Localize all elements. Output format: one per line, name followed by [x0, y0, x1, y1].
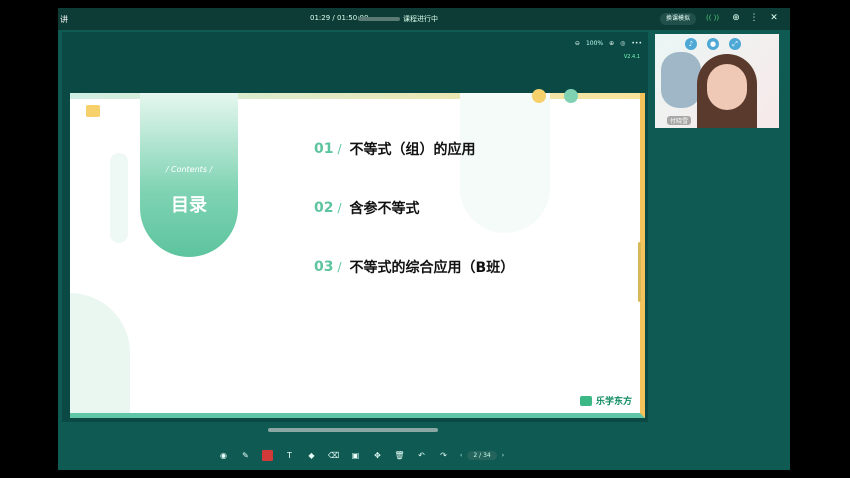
time-separator: /: [332, 14, 335, 22]
contents-item-2: 02 / 含参不等式: [314, 198, 420, 218]
board-icon[interactable]: ▣: [350, 450, 361, 461]
slide: / Contents / 目录 01 / 不等式（组）的应用 02 / 含参不等…: [70, 89, 645, 418]
camera-icon[interactable]: ●: [707, 38, 719, 50]
teacher-video: ♪ ● ⤢ 付晓雪: [655, 34, 779, 128]
app-window: 讲 01:29 / 01:50:00 课程进行中 换课模拟 (( )) ⊕ ⋮ …: [58, 8, 790, 470]
microphone-icon[interactable]: ♪: [685, 38, 697, 50]
time-current: 01:29: [310, 14, 331, 22]
decoration: [110, 153, 128, 243]
item-text: 不等式（组）的应用: [349, 142, 476, 158]
zoom-level: 100%: [585, 39, 604, 47]
decoration: [70, 293, 130, 413]
page-count: 2 / 34: [467, 451, 497, 460]
eraser-icon[interactable]: ⌫: [328, 450, 339, 461]
text-icon[interactable]: T: [284, 450, 295, 461]
teacher-face: [707, 64, 747, 110]
top-bar: 讲 01:29 / 01:50:00 课程进行中 换课模拟 (( )) ⊕ ⋮ …: [58, 8, 790, 30]
brand-name: 乐学东方: [595, 397, 632, 407]
contents-label: / Contents /: [165, 165, 213, 174]
contents-item-3: 03 / 不等式的综合应用（B班）: [314, 257, 514, 277]
more-options-icon[interactable]: •••: [631, 40, 642, 47]
decoration: [460, 93, 550, 233]
brand-logo: 乐学东方: [579, 394, 632, 407]
class-status: 课程进行中: [403, 15, 438, 23]
delete-icon[interactable]: 🗑: [394, 450, 405, 461]
teacher-name: 付晓雪: [667, 116, 692, 125]
page-separator: /: [479, 452, 482, 459]
current-page: 2: [473, 452, 478, 459]
switch-class-button[interactable]: 换课模拟: [660, 13, 697, 25]
item-slash: /: [337, 260, 342, 274]
window-title: 讲: [60, 15, 68, 24]
zoom-icon[interactable]: ⊕: [730, 12, 742, 24]
move-icon[interactable]: ✥: [372, 450, 383, 461]
video-controls: ♪ ● ⤢: [685, 38, 741, 50]
zoom-in-icon[interactable]: ⊕: [609, 40, 614, 47]
redo-icon[interactable]: ↷: [438, 450, 449, 461]
record-icon[interactable]: ◉: [218, 450, 229, 461]
bottom-toolbar: ◉ ✎ T ◆ ⌫ ▣ ✥ 🗑 ↶ ↷ ‹ 2 / 34 ›: [58, 422, 648, 470]
horizontal-scrollbar[interactable]: [268, 428, 438, 432]
undo-icon[interactable]: ↶: [416, 450, 427, 461]
page-navigator: ‹ 2 / 34 ›: [460, 451, 504, 460]
drawing-tools: ◉ ✎ T ◆ ⌫ ▣ ✥ 🗑 ↶ ↷ ‹ 2 / 34 ›: [218, 450, 504, 461]
decoration-dot: [564, 89, 578, 103]
prev-page-icon[interactable]: ‹: [460, 452, 462, 459]
item-text: 不等式的综合应用（B班）: [349, 260, 515, 276]
slide-logo-icon: [86, 105, 100, 117]
shape-icon[interactable]: ◆: [306, 450, 317, 461]
courseware-area: ⊖ 100% ⊕ ◎ ••• V2.4.1 / Contents / 目录 01…: [62, 32, 648, 422]
robot-mascot: [661, 52, 701, 108]
contents-pill: / Contents / 目录: [140, 93, 238, 257]
item-slash: /: [337, 201, 342, 215]
contents-item-1: 01 / 不等式（组）的应用: [314, 139, 476, 159]
signal-indicator: (( )): [706, 14, 720, 22]
expand-icon[interactable]: ⤢: [729, 38, 741, 50]
item-number: 02: [314, 200, 334, 216]
slide-scrollbar[interactable]: [638, 242, 641, 302]
brand-icon: [579, 395, 592, 406]
item-text: 含参不等式: [349, 201, 420, 217]
zoom-out-icon[interactable]: ⊖: [575, 40, 580, 47]
item-number: 03: [314, 259, 334, 275]
more-icon[interactable]: ⋮: [748, 12, 760, 24]
decoration-dot: [532, 89, 546, 103]
time-progress-bar: [358, 17, 400, 21]
next-page-icon[interactable]: ›: [502, 452, 504, 459]
settings-icon[interactable]: ◎: [620, 40, 625, 47]
total-pages: 34: [483, 452, 491, 459]
close-icon[interactable]: ✕: [768, 12, 780, 24]
contents-title: 目录: [171, 195, 207, 216]
item-number: 01: [314, 141, 334, 157]
version-label: V2.4.1: [623, 54, 640, 60]
courseware-toolbar: ⊖ 100% ⊕ ◎ •••: [575, 36, 642, 50]
item-slash: /: [337, 142, 342, 156]
pen-icon[interactable]: ✎: [240, 450, 251, 461]
color-swatch[interactable]: [262, 450, 273, 461]
